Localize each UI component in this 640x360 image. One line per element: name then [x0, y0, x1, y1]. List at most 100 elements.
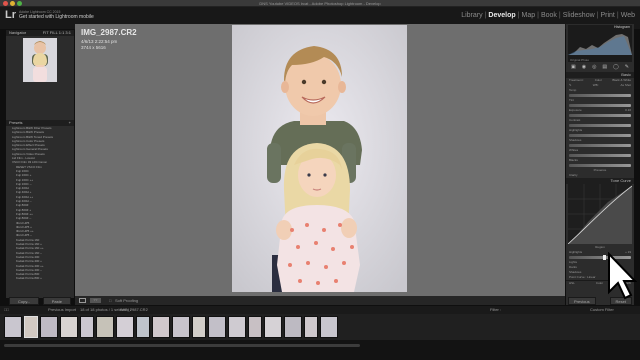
adjustment-brush-icon[interactable]: ✎ [625, 64, 629, 70]
navigator-header[interactable]: Navigator FIT FILL 1:1 3:1 [6, 30, 74, 36]
radial-filter-icon[interactable]: ◯ [613, 64, 619, 70]
slider-label: Shadows [569, 138, 582, 142]
main-photo[interactable] [232, 25, 407, 292]
presets-header[interactable]: Presets + [6, 120, 74, 126]
soft-proofing-label: Soft Proofing [115, 298, 139, 303]
image-filename: IMG_2987.CR2 [81, 28, 137, 37]
module-picker: Library | Develop | Map | Book | Slideshow | … [461, 12, 635, 19]
navigator-zoom[interactable]: FIT FILL 1:1 3:1 [43, 30, 71, 36]
previous-button[interactable]: Previous [568, 297, 596, 305]
slider-label: Tint [569, 98, 574, 102]
red-eye-icon[interactable]: ◎ [592, 64, 596, 70]
filmstrip-thumbnail[interactable] [24, 316, 38, 338]
second-window-icon[interactable]: □□ [4, 306, 9, 314]
image-date: 4/6/13 2:22:54 pm [81, 39, 118, 44]
tool-strip: ▣ ◉ ◎ ▤ ◯ ✎ [568, 63, 632, 70]
slider-row: Whites [566, 148, 634, 153]
graduated-filter-icon[interactable]: ▤ [602, 64, 607, 70]
filmstrip-source[interactable]: Previous Import [48, 306, 76, 314]
basic-label: Basic [621, 72, 631, 77]
presets-panel: Presets + Lightroom B&W Filter Presets Li… [6, 120, 74, 324]
adjustment-slider[interactable] [569, 94, 631, 97]
loupe-view-icon[interactable] [79, 298, 86, 303]
filmstrip-thumbnail[interactable] [136, 316, 150, 338]
module-book[interactable]: Book [541, 12, 557, 19]
adjustment-slider[interactable] [569, 154, 631, 157]
develop-toolbar: YY □ Soft Proofing [75, 296, 565, 305]
identity-title[interactable]: Get started with Lightroom mobile [19, 14, 94, 20]
spot-removal-icon[interactable]: ◉ [582, 64, 586, 70]
adjustment-slider[interactable] [569, 134, 631, 137]
filter-label: Filter : [490, 307, 502, 312]
mouse-cursor-icon [608, 252, 637, 300]
histogram[interactable]: Histogram Original Photo [568, 25, 632, 62]
copy-button[interactable]: Copy... [9, 297, 40, 305]
image-canvas[interactable]: IMG_2987.CR2 4/6/13 2:22:54 pm 3744 x 56… [75, 24, 565, 296]
before-after-icon[interactable]: YY [90, 298, 101, 303]
filmstrip-thumbnail[interactable] [228, 316, 246, 338]
filmstrip-selected-name: IMG_2987.CR2 [120, 307, 148, 312]
filmstrip-thumbnail[interactable] [320, 316, 338, 338]
hsl-tab[interactable]: HSL [569, 281, 575, 285]
module-develop[interactable]: Develop [488, 12, 515, 19]
basic-header[interactable]: Basic [566, 72, 634, 78]
adjustment-slider[interactable] [569, 114, 631, 117]
filmstrip-scrollbar[interactable] [0, 340, 640, 360]
filmstrip-thumbnail[interactable] [192, 316, 206, 338]
histogram-label: Histogram [614, 25, 630, 29]
slider-label: Exposure [569, 108, 582, 112]
scrollbar-thumb[interactable] [4, 344, 360, 347]
tone-curve-graph[interactable] [567, 184, 633, 245]
add-preset-icon[interactable]: + [69, 120, 71, 126]
preset-item[interactable]: Kodak Portra 800 + [6, 276, 74, 280]
filmstrip-bar: □□ Previous Import 18 of 18 photos / 1 s… [0, 306, 640, 314]
filmstrip-thumbnail[interactable] [80, 316, 94, 338]
presets-label: Presets [9, 120, 23, 125]
navigator-panel: Navigator FIT FILL 1:1 3:1 [6, 30, 74, 90]
slider-row: Tint [566, 98, 634, 103]
navigator-thumbnail[interactable] [23, 38, 57, 82]
slider-label: Blacks [569, 158, 578, 162]
filter-select[interactable]: Custom Filter [590, 306, 614, 314]
original-photo-label: Original Photo [570, 58, 590, 62]
left-panel: Navigator FIT FILL 1:1 3:1 Presets + Lig… [6, 30, 74, 298]
slider-label: Temp [569, 88, 577, 92]
slider-row: Temp [566, 88, 634, 93]
slider-label: Highlights [569, 128, 583, 132]
soft-proofing-checkbox[interactable]: □ [109, 296, 111, 305]
module-library[interactable]: Library [461, 12, 482, 19]
wb-select[interactable]: As Shot [620, 83, 631, 88]
wb-label: WB : [592, 83, 600, 87]
filmstrip-thumbnail[interactable] [116, 316, 134, 338]
slider-row: Shadows [566, 138, 634, 143]
region-highlights-label: Highlights [569, 250, 583, 254]
filmstrip-thumbnail[interactable] [284, 316, 302, 338]
module-web[interactable]: Web [621, 12, 635, 19]
exposure-value[interactable]: 0.10 [625, 108, 631, 113]
adjustment-slider[interactable] [569, 144, 631, 147]
image-dimensions: 3744 x 5616 [81, 44, 106, 50]
adjustment-slider[interactable] [569, 164, 631, 167]
filmstrip [0, 314, 640, 340]
slider-row: Highlights [566, 128, 634, 133]
module-map[interactable]: Map [521, 12, 535, 19]
window-titlebar: DNS Youtube VIDEOS lrcat - Adobe Photosh… [0, 0, 640, 7]
paste-button[interactable]: Paste [42, 297, 71, 305]
module-print[interactable]: Print [600, 12, 614, 19]
adjustment-slider[interactable] [569, 124, 631, 127]
filmstrip-thumbnail[interactable] [40, 316, 58, 338]
filmstrip-thumbnail[interactable] [4, 316, 22, 338]
filmstrip-thumbnail[interactable] [152, 316, 170, 338]
filmstrip-thumbnail[interactable] [264, 316, 282, 338]
color-tab[interactable]: Color [596, 281, 603, 285]
window-title: DNS Youtube VIDEOS lrcat - Adobe Photosh… [259, 1, 381, 6]
filmstrip-thumbnail[interactable] [304, 316, 318, 338]
filmstrip-thumbnail[interactable] [248, 316, 262, 338]
filmstrip-thumbnail[interactable] [96, 316, 114, 338]
filmstrip-thumbnail[interactable] [172, 316, 190, 338]
filmstrip-thumbnail[interactable] [60, 316, 78, 338]
filmstrip-thumbnail[interactable] [208, 316, 226, 338]
module-slideshow[interactable]: Slideshow [563, 12, 595, 19]
crop-tool-icon[interactable]: ▣ [571, 64, 576, 70]
adjustment-slider[interactable] [569, 104, 631, 107]
